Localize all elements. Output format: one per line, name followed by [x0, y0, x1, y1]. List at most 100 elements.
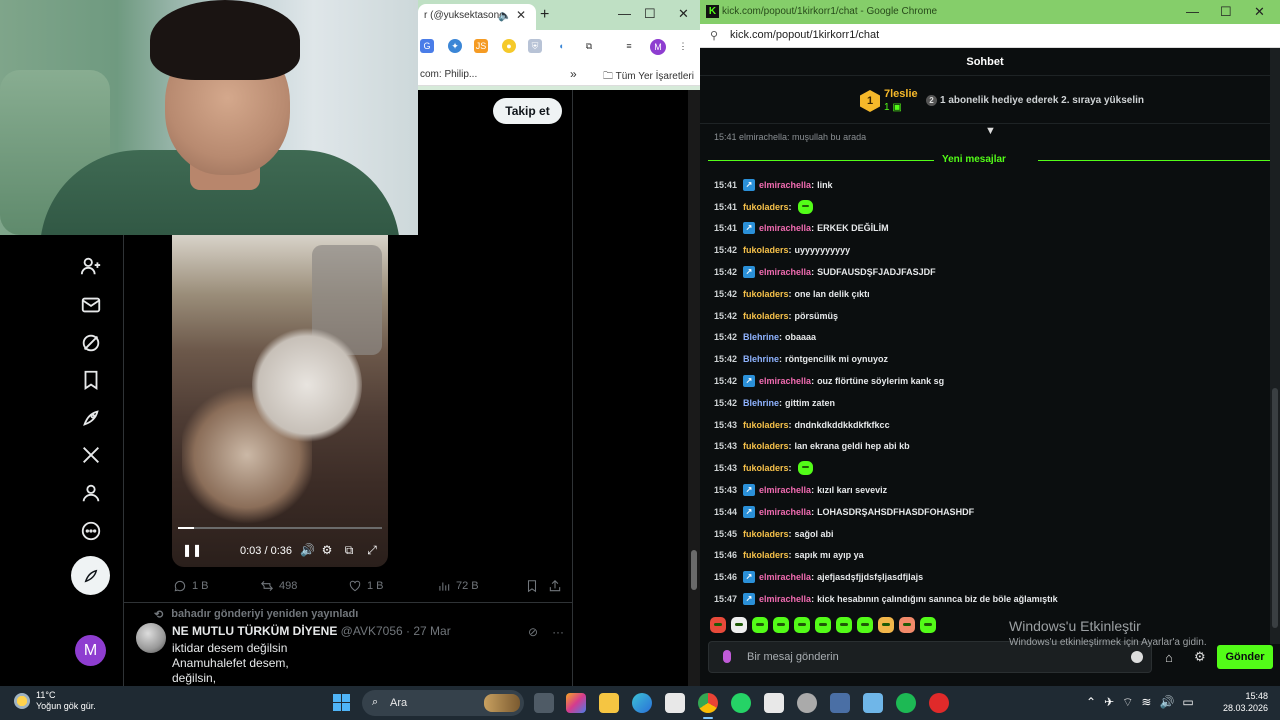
chat-message[interactable]: 15:41 ↗ elmirachella: ERKEK DEĞİLİM — [714, 218, 1264, 240]
chat-message[interactable]: 15:42 fukoladers: one lan delik çıktı — [714, 283, 1264, 305]
message-username[interactable]: elmirachella — [759, 485, 811, 495]
message-username[interactable]: elmirachella — [759, 572, 811, 582]
emote-7[interactable] — [836, 617, 852, 633]
extension-icon-4[interactable]: ● — [502, 39, 516, 53]
leader-username[interactable]: 7leslie — [884, 88, 918, 100]
weather-widget[interactable]: 11°C Yoğun gök gür. — [14, 690, 96, 712]
chat-message[interactable]: 15:42 Blehrine: obaaaa — [714, 327, 1264, 349]
message-username[interactable]: Blehrine — [743, 354, 779, 364]
x-scroll-thumb[interactable] — [691, 550, 697, 590]
network-icon[interactable]: ⌔ — [1122, 695, 1133, 710]
translate-extension-icon[interactable]: G — [420, 39, 434, 53]
chat-message[interactable]: 15:43 fukoladers: lan ekrana geldi hep abi… — [714, 436, 1264, 458]
extensions-puzzle-icon[interactable]: ⧉ — [582, 39, 596, 53]
repost-button[interactable]: 498 — [260, 578, 297, 594]
chat-message[interactable]: 15:47 ↗ elmirachella: kick hesabının çalınd… — [714, 588, 1264, 610]
message-username[interactable]: Blehrine — [743, 332, 779, 342]
site-info-icon[interactable]: ⚲ — [710, 29, 718, 42]
tab-close-icon[interactable]: ✕ — [516, 8, 526, 22]
emote-9[interactable] — [878, 617, 894, 633]
message-username[interactable]: fukoladers — [743, 311, 789, 321]
send-button[interactable]: Gönder — [1217, 645, 1273, 669]
grok-tweet-icon[interactable]: ⊘ — [528, 625, 538, 639]
app-icon-grid[interactable] — [764, 693, 784, 713]
clock[interactable]: 15:48 28.03.2026 — [1216, 690, 1268, 714]
message-username[interactable]: fukoladers — [743, 202, 789, 212]
extension-icon-2[interactable]: ✦ — [448, 39, 462, 53]
emoji-picker-icon[interactable] — [1131, 651, 1143, 663]
kick-scrollbar[interactable] — [1270, 48, 1280, 644]
chat-message[interactable]: 15:46 ↗ elmirachella: ajefjasdşfjjdsfşljasd… — [714, 566, 1264, 588]
emote-2[interactable] — [731, 617, 747, 633]
chrome-profile-avatar[interactable]: M — [650, 39, 666, 55]
close-window-icon[interactable]: ✕ — [678, 6, 689, 22]
more-icon[interactable] — [78, 518, 104, 544]
follow-button[interactable]: Takip et — [493, 98, 562, 124]
task-view-icon[interactable] — [534, 693, 554, 713]
share-button[interactable] — [548, 578, 562, 594]
whatsapp-icon[interactable] — [731, 693, 751, 713]
rocket-icon[interactable] — [78, 405, 104, 431]
message-username[interactable]: fukoladers — [743, 463, 789, 473]
all-bookmarks-folder[interactable]: 🗀 Tüm Yer İşaretleri — [603, 69, 694, 86]
store-app-icon[interactable] — [665, 693, 685, 713]
chat-message[interactable]: 15:41 ↗ elmirachella: link — [714, 174, 1264, 196]
chat-message[interactable]: 15:44 ↗ elmirachella: LOHASDRŞAHSDFHASDFOHA… — [714, 501, 1264, 523]
tweet-date[interactable]: · 27 Mar — [406, 624, 451, 638]
kick-address-bar[interactable]: ⚲ kick.com/popout/1kirkorr1/chat — [700, 24, 1280, 48]
more-options-icon[interactable]: ··· — [552, 625, 564, 639]
message-username[interactable]: elmirachella — [759, 594, 811, 604]
edge-icon[interactable] — [632, 693, 652, 713]
kick-url[interactable]: kick.com/popout/1kirkorr1/chat — [730, 29, 879, 41]
battery-icon[interactable]: ▭ — [1182, 695, 1193, 710]
js-extension-icon[interactable]: JS — [474, 39, 488, 53]
compose-post-button[interactable] — [71, 556, 110, 595]
chat-message[interactable]: 15:43 ↗ elmirachella: kızıl karı seveviz — [714, 479, 1264, 501]
media-control-icon[interactable]: ≡ — [622, 39, 636, 53]
pause-icon[interactable]: ❚❚ — [182, 543, 202, 557]
chat-message[interactable]: 15:42 Blehrine: gittim zaten — [714, 392, 1264, 414]
spotify-icon[interactable] — [896, 693, 916, 713]
message-username[interactable]: fukoladers — [743, 550, 789, 560]
mic-icon[interactable] — [723, 650, 731, 663]
tweet-author-avatar[interactable] — [136, 623, 166, 653]
chat-message[interactable]: 15:46 fukoladers: sapık mı ayıp ya — [714, 545, 1264, 567]
emote-11[interactable] — [920, 617, 936, 633]
profile-icon[interactable] — [78, 480, 104, 506]
emote-4[interactable] — [773, 617, 789, 633]
notepad-icon[interactable] — [863, 693, 883, 713]
message-username[interactable]: fukoladers — [743, 529, 789, 539]
browser-tab[interactable]: r (@yuksektasone 🔈 ✕ — [418, 4, 536, 30]
file-explorer-icon[interactable] — [599, 693, 619, 713]
tray-overflow-icon[interactable]: ⌃ — [1086, 695, 1096, 710]
fullscreen-icon[interactable]: ⤢ — [365, 543, 379, 557]
bookmarks-icon[interactable] — [78, 367, 104, 393]
chat-message[interactable]: 15:41 fukoladers: — [714, 196, 1264, 218]
chrome-menu-icon[interactable]: ⋮ — [676, 39, 690, 53]
message-username[interactable]: elmirachella — [759, 180, 811, 190]
calculator-icon[interactable] — [830, 693, 850, 713]
chat-message[interactable]: 15:42 ↗ elmirachella: ouz flörtüne söylerim… — [714, 370, 1264, 392]
bookmarks-overflow-icon[interactable]: » — [570, 67, 577, 81]
store-icon[interactable]: ⌂ — [1165, 650, 1173, 665]
chrome-icon[interactable] — [698, 693, 718, 713]
emote-5[interactable] — [794, 617, 810, 633]
wifi-icon[interactable]: ≋ — [1141, 695, 1151, 710]
opera-icon[interactable] — [929, 693, 949, 713]
location-icon[interactable]: ✈ — [1104, 695, 1114, 710]
views-button[interactable]: 72 B — [437, 578, 479, 594]
video-progress-bar[interactable] — [178, 527, 382, 529]
message-username[interactable]: fukoladers — [743, 441, 789, 451]
tweet-author-name[interactable]: NE MUTLU TÜRKÜM DİYENE — [172, 624, 337, 638]
chat-message[interactable]: 15:42 fukoladers: pörsümüş — [714, 305, 1264, 327]
kick-maximize-icon[interactable]: ☐ — [1220, 4, 1232, 20]
message-username[interactable]: fukoladers — [743, 289, 789, 299]
like-button[interactable]: 1 B — [348, 578, 384, 594]
chat-message[interactable]: 15:43 fukoladers: dndnkdkddkkdkfkfkcc — [714, 414, 1264, 436]
repost-indicator[interactable]: ⟲ bahadır gönderiyi yeniden yayınladı — [154, 608, 358, 621]
copilot-icon[interactable] — [566, 693, 586, 713]
messages-icon[interactable] — [78, 292, 104, 318]
shield-extension-icon[interactable]: ⛨ — [528, 39, 542, 53]
taskbar-search[interactable]: ⌕ Ara — [362, 690, 524, 716]
chat-settings-icon[interactable]: ⚙ — [1194, 649, 1206, 665]
